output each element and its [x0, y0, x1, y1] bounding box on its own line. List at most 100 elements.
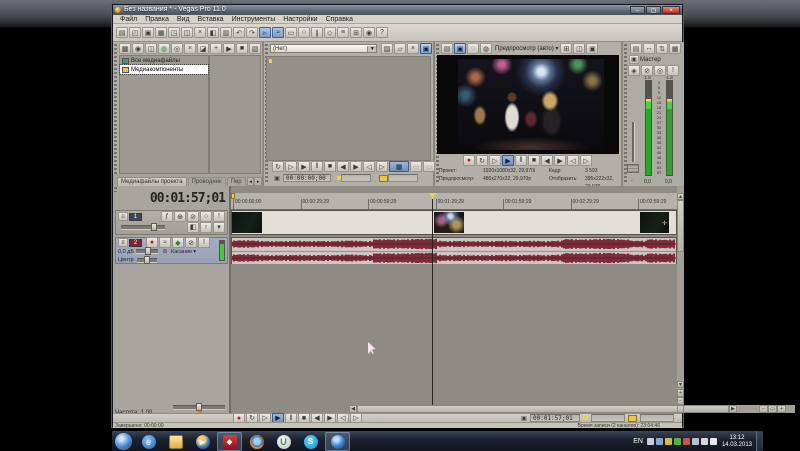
capture-video-icon[interactable]: ◉	[132, 43, 144, 54]
preview-save-frame-icon[interactable]: ▣	[586, 43, 598, 54]
taskbar-internet-explorer[interactable]: e	[136, 432, 161, 451]
preview-split-screen-icon[interactable]: ⊞	[560, 43, 572, 54]
selection-edit-tool-icon[interactable]: ▭	[285, 27, 297, 38]
trim-go-start-button[interactable]: ◀	[337, 161, 349, 172]
edit-cursor-line[interactable]	[432, 199, 433, 405]
preview-pause-button[interactable]: ‖	[515, 155, 527, 166]
preview-external-monitor-icon[interactable]: ▤	[441, 43, 453, 54]
render-as-icon[interactable]: ◳	[168, 27, 180, 38]
help-icon[interactable]: ?	[376, 27, 388, 38]
preview-copy-frame-icon[interactable]: ◫	[573, 43, 585, 54]
trim-loop-button[interactable]: ↻	[272, 161, 284, 172]
selection-start-field[interactable]	[591, 414, 625, 422]
tree-item-all-media[interactable]: Все медиафайлы	[120, 56, 208, 65]
taskbar-media-player[interactable]: ▶	[190, 432, 215, 451]
cut-icon[interactable]: ×	[194, 27, 206, 38]
trimmer-selection-end[interactable]	[388, 174, 418, 182]
track-zoom-in-button[interactable]: +	[677, 389, 684, 397]
preview-prev-frame-button[interactable]: ◁	[567, 155, 579, 166]
pan-slider[interactable]	[137, 258, 157, 263]
tray-hidden-icons[interactable]	[647, 438, 654, 445]
trimmer-marker[interactable]	[269, 59, 272, 63]
menu-item-4[interactable]: Вставка	[194, 15, 228, 24]
timeline-time-display[interactable]: 00:01:57;01	[113, 191, 225, 207]
trimmer-delete-icon[interactable]: ×	[407, 43, 419, 54]
trim-pause-button[interactable]: ‖	[311, 161, 323, 172]
taskbar-windows-explorer[interactable]	[163, 432, 188, 451]
trimmer-history-icon[interactable]: ▨	[381, 43, 393, 54]
timeline-start-marker[interactable]	[231, 193, 235, 199]
tab-explorer[interactable]: Проводник	[188, 177, 226, 186]
close-button[interactable]: ×	[662, 6, 680, 14]
media-bin-contents[interactable]	[209, 55, 261, 174]
tray-volume-icon[interactable]	[710, 438, 717, 445]
menu-item-1[interactable]: Файл	[116, 15, 141, 24]
lock-envelopes-icon[interactable]: ≡	[337, 27, 349, 38]
new-bin-icon[interactable]: +	[210, 43, 222, 54]
master-meter-layout-icon[interactable]: ⇅	[656, 43, 668, 54]
taskbar-firefox[interactable]	[244, 432, 269, 451]
preview-next-frame-button[interactable]: ▷	[580, 155, 592, 166]
timeline-vscrollbar[interactable]: ▲ ▼ + −	[677, 186, 684, 413]
master-meter-right[interactable]	[666, 80, 673, 176]
menu-item-5[interactable]: Инструменты	[228, 15, 280, 24]
extract-audio-cd-icon[interactable]: ◎	[171, 43, 183, 54]
preview-go-end-button[interactable]: ▶	[554, 155, 566, 166]
hscroll-thumb[interactable]	[357, 405, 729, 413]
ignore-grouping-icon[interactable]: ⊞	[350, 27, 362, 38]
get-media-web-icon[interactable]: ◍	[158, 43, 170, 54]
language-indicator[interactable]: EN	[633, 438, 643, 445]
media-bins-tree[interactable]: Все медиафайлы Медиакомпоненты	[119, 55, 209, 174]
panel-grip[interactable]	[114, 44, 117, 184]
taskbar-browser-globe[interactable]	[325, 432, 350, 451]
trimmer-preset-dropdown[interactable]: (Нет) ▼	[270, 44, 377, 53]
master-insert-fx-icon[interactable]: ◈	[628, 65, 640, 76]
tray-display-icon[interactable]	[656, 438, 663, 445]
track1-motion-icon[interactable]: ⊕	[174, 211, 186, 222]
timeline-zoom-edit-button[interactable]: ▭	[768, 405, 777, 413]
preview-mode-dropdown[interactable]: Предпросмотр (авто) ▾	[495, 45, 558, 52]
tab-project-media[interactable]: Медиафайлы проекта	[117, 177, 187, 186]
video-level-slider[interactable]	[121, 225, 165, 230]
taskbar-clock[interactable]: 13:12 14.03.2013	[722, 435, 752, 449]
trim-go-end-button[interactable]: ▶	[350, 161, 362, 172]
preview-go-start-button[interactable]: ◀	[541, 155, 553, 166]
minimize-button[interactable]: –	[630, 6, 645, 14]
automation-caret-icon[interactable]: ▾	[193, 249, 196, 255]
trim-stop-button[interactable]: ■	[324, 161, 336, 172]
master-track-icon[interactable]: ▣	[629, 55, 639, 64]
open-icon[interactable]: ◰	[129, 27, 141, 38]
copy-icon[interactable]: ◧	[207, 27, 219, 38]
track-zoom-out-button[interactable]: −	[677, 397, 684, 405]
master-properties-icon[interactable]: ▦	[669, 43, 681, 54]
taskbar-skype[interactable]: S	[298, 432, 323, 451]
track1-fx-icon[interactable]: ƒ	[161, 211, 173, 222]
undo-icon[interactable]: ↶	[233, 27, 245, 38]
event-fx-icon[interactable]: ✛	[662, 220, 667, 227]
tabs-scroll-left[interactable]: ◂	[247, 177, 255, 186]
track1-alert-icon[interactable]: !	[213, 211, 225, 222]
tray-network-icon[interactable]	[701, 438, 708, 445]
track2-device-icon[interactable]: ◆	[172, 237, 184, 248]
track1-more-icon[interactable]: ▾	[213, 222, 225, 233]
vscroll-up-arrow[interactable]: ▲	[677, 193, 684, 200]
preview-play-start-button[interactable]: ▷	[489, 155, 501, 166]
trim-add-marker-button[interactable]: ▭	[410, 161, 422, 172]
maximize-button[interactable]: ▢	[646, 6, 661, 14]
track2-mute-icon[interactable]: ⊘	[185, 237, 197, 248]
slider-handle[interactable]	[144, 256, 150, 264]
tray-update-icon[interactable]	[665, 438, 672, 445]
envelope-edit-tool-icon[interactable]: ≈	[272, 27, 284, 38]
audio-event[interactable]	[231, 237, 677, 264]
taskbar-utorrent[interactable]: U	[271, 432, 296, 451]
volume-slider[interactable]	[136, 249, 158, 254]
zoom-edit-tool-icon[interactable]: ○	[298, 27, 310, 38]
save-icon[interactable]: ▣	[142, 27, 154, 38]
preview-overlay-icon[interactable]: ◌	[467, 43, 479, 54]
media-bin-icon[interactable]: ◪	[197, 43, 209, 54]
trim-region-in-button[interactable]: ▭	[423, 161, 435, 172]
media-stop-icon[interactable]: ■	[236, 43, 248, 54]
auto-ripple-icon[interactable]: ◇	[324, 27, 336, 38]
video-track-number[interactable]: 1	[129, 213, 142, 221]
automation-mode[interactable]: Касание	[171, 249, 192, 255]
